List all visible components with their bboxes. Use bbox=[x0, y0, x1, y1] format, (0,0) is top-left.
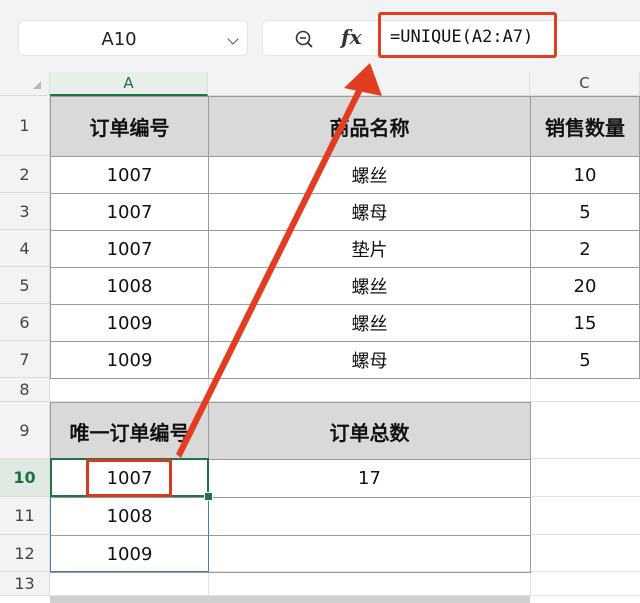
row-header-6[interactable]: 6 bbox=[0, 304, 50, 341]
header-cell-unique-order-id[interactable]: 唯一订单编号 bbox=[50, 402, 209, 460]
corner-triangle-icon bbox=[33, 81, 41, 89]
select-all-corner[interactable] bbox=[0, 72, 50, 96]
chevron-down-icon[interactable] bbox=[227, 33, 239, 45]
name-box-value: A10 bbox=[101, 29, 137, 50]
cell-c6[interactable]: 15 bbox=[530, 304, 640, 342]
row-header-1[interactable]: 1 bbox=[0, 96, 50, 156]
gridline bbox=[208, 378, 209, 402]
row-header-9[interactable]: 9 bbox=[0, 402, 50, 459]
header-cell-order-total[interactable]: 订单总数 bbox=[208, 402, 531, 460]
row-header-5[interactable]: 5 bbox=[0, 267, 50, 304]
cell-a6[interactable]: 1009 bbox=[50, 304, 209, 342]
cell-highlight-box bbox=[86, 459, 172, 497]
header-cell-order-id[interactable]: 订单编号 bbox=[50, 96, 209, 157]
row-header-11[interactable]: 11 bbox=[0, 497, 50, 535]
cell-c4[interactable]: 2 bbox=[530, 230, 640, 268]
cell-c2[interactable]: 10 bbox=[530, 156, 640, 194]
cell-b10[interactable]: 17 bbox=[208, 459, 531, 498]
cell-b6[interactable]: 螺丝 bbox=[208, 304, 531, 342]
horizontal-scrollbar[interactable] bbox=[50, 596, 530, 603]
cell-c5[interactable]: 20 bbox=[530, 267, 640, 305]
header-cell-product-name[interactable]: 商品名称 bbox=[208, 96, 531, 157]
row-header-13[interactable]: 13 bbox=[0, 572, 50, 596]
gridline bbox=[530, 496, 640, 497]
row-header-2[interactable]: 2 bbox=[0, 156, 50, 193]
column-header-a[interactable]: A bbox=[50, 72, 208, 96]
cell-b12[interactable] bbox=[208, 535, 531, 573]
row-header-8[interactable]: 8 bbox=[0, 378, 50, 402]
cell-a5[interactable]: 1008 bbox=[50, 267, 209, 305]
row-header-7[interactable]: 7 bbox=[0, 341, 50, 378]
formula-highlight-box bbox=[378, 12, 557, 58]
row-header-4[interactable]: 4 bbox=[0, 230, 50, 267]
cell-c7[interactable]: 5 bbox=[530, 341, 640, 379]
fill-handle[interactable] bbox=[204, 492, 213, 501]
header-cell-sales-qty[interactable]: 销售数量 bbox=[530, 96, 640, 157]
gridline bbox=[208, 572, 209, 596]
column-header-c[interactable]: C bbox=[530, 72, 640, 96]
column-header-b[interactable]: B bbox=[208, 72, 530, 96]
name-box[interactable]: A10 bbox=[18, 20, 248, 56]
row-header-3[interactable]: 3 bbox=[0, 193, 50, 230]
cell-a4[interactable]: 1007 bbox=[50, 230, 209, 268]
cell-b3[interactable]: 螺母 bbox=[208, 193, 531, 231]
cell-a3[interactable]: 1007 bbox=[50, 193, 209, 231]
gridline bbox=[530, 458, 640, 459]
cell-a2[interactable]: 1007 bbox=[50, 156, 209, 194]
cell-b11[interactable] bbox=[208, 497, 531, 536]
row-header-12[interactable]: 12 bbox=[0, 535, 50, 572]
cell-b4[interactable]: 垫片 bbox=[208, 230, 531, 268]
cell-b7[interactable]: 螺母 bbox=[208, 341, 531, 379]
cell-b5[interactable]: 螺丝 bbox=[208, 267, 531, 305]
gridline bbox=[530, 534, 640, 535]
zoom-out-icon[interactable] bbox=[295, 30, 313, 48]
cell-a7[interactable]: 1009 bbox=[50, 341, 209, 379]
cell-b2[interactable]: 螺丝 bbox=[208, 156, 531, 194]
row-header-10[interactable]: 10 bbox=[0, 459, 50, 497]
function-fx-icon[interactable]: fx bbox=[341, 25, 362, 49]
cell-c3[interactable]: 5 bbox=[530, 193, 640, 231]
